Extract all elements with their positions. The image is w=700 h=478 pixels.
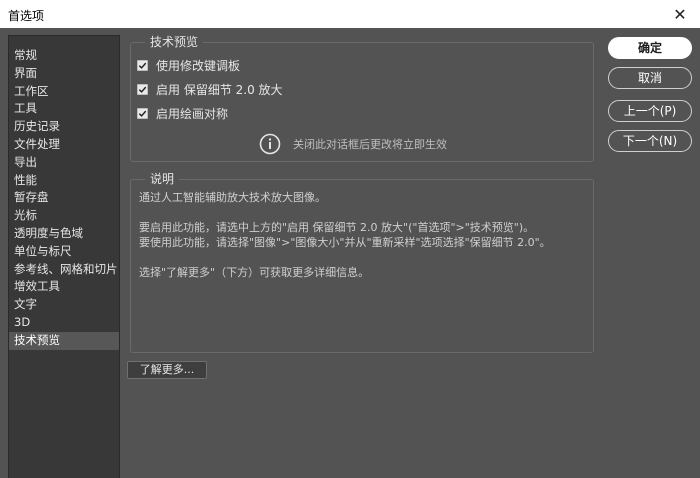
sidebar-item-3d[interactable]: 3D bbox=[9, 314, 119, 332]
info-icon bbox=[259, 133, 281, 155]
description-line: 要使用此功能，请选择"图像">"图像大小"并从"重新采样"选项选择"保留细节 2… bbox=[139, 236, 551, 249]
sidebar-item-cursors[interactable]: 光标 bbox=[9, 207, 119, 225]
tech-preview-legend: 技术预览 bbox=[145, 35, 204, 49]
learn-more-button[interactable]: 了解更多... bbox=[127, 361, 207, 379]
sidebar-item-guides-grid-slices[interactable]: 参考线、网格和切片 bbox=[9, 261, 119, 279]
option-modifier-palette[interactable]: 使用修改键调板 bbox=[137, 57, 240, 74]
checkbox-paint-symmetry[interactable] bbox=[137, 108, 148, 119]
category-list: 常规 界面 工作区 工具 历史记录 文件处理 导出 性能 暂存盘 光标 透明度与… bbox=[9, 36, 119, 350]
close-icon[interactable]: ✕ bbox=[660, 0, 700, 28]
checkbox-modifier-palette[interactable] bbox=[137, 60, 148, 71]
ok-button[interactable]: 确定 bbox=[608, 37, 692, 59]
sidebar-item-history[interactable]: 历史记录 bbox=[9, 118, 119, 136]
description-line: 通过人工智能辅助放大技术放大图像。 bbox=[139, 191, 326, 204]
previous-button[interactable]: 上一个(P) bbox=[608, 100, 692, 122]
sidebar-item-tools[interactable]: 工具 bbox=[9, 100, 119, 118]
sidebar-item-export[interactable]: 导出 bbox=[9, 154, 119, 172]
next-button[interactable]: 下一个(N) bbox=[608, 130, 692, 152]
window-title: 首选项 bbox=[8, 9, 45, 23]
sidebar-item-file-handling[interactable]: 文件处理 bbox=[9, 136, 119, 154]
option-preserve-details[interactable]: 启用 保留细节 2.0 放大 bbox=[137, 81, 283, 98]
sidebar-item-units-rulers[interactable]: 单位与标尺 bbox=[9, 243, 119, 261]
description-group: 说明 通过人工智能辅助放大技术放大图像。 要启用此功能，请选中上方的"启用 保留… bbox=[130, 172, 594, 353]
restart-notice: 关闭此对话框后更改将立即生效 bbox=[259, 133, 447, 155]
sidebar-item-general[interactable]: 常规 bbox=[9, 47, 119, 65]
sidebar-item-scratch-disks[interactable]: 暂存盘 bbox=[9, 189, 119, 207]
description-line: 要启用此功能，请选中上方的"启用 保留细节 2.0 放大"("首选项">"技术预… bbox=[139, 221, 535, 234]
option-paint-symmetry[interactable]: 启用绘画对称 bbox=[137, 105, 228, 122]
sidebar-item-performance[interactable]: 性能 bbox=[9, 172, 119, 190]
option-label: 启用 保留细节 2.0 放大 bbox=[156, 83, 283, 97]
sidebar-item-transparency-gamut[interactable]: 透明度与色域 bbox=[9, 225, 119, 243]
notice-text: 关闭此对话框后更改将立即生效 bbox=[293, 138, 447, 151]
preferences-dialog: 常规 界面 工作区 工具 历史记录 文件处理 导出 性能 暂存盘 光标 透明度与… bbox=[0, 28, 700, 478]
checkbox-preserve-details[interactable] bbox=[137, 84, 148, 95]
checkmark-icon bbox=[138, 110, 147, 117]
description-legend: 说明 bbox=[145, 172, 180, 186]
checkmark-icon bbox=[138, 86, 147, 93]
tech-preview-group: 技术预览 使用修改键调板 启用 保留细节 2.0 放大 启用绘画对称 关闭此对话… bbox=[130, 35, 594, 162]
sidebar-item-interface[interactable]: 界面 bbox=[9, 65, 119, 83]
checkmark-icon bbox=[138, 62, 147, 69]
sidebar-item-workspace[interactable]: 工作区 bbox=[9, 83, 119, 101]
description-line: 选择"了解更多"（下方）可获取更多详细信息。 bbox=[139, 266, 370, 279]
sidebar-item-type[interactable]: 文字 bbox=[9, 296, 119, 314]
description-text: 通过人工智能辅助放大技术放大图像。 要启用此功能，请选中上方的"启用 保留细节 … bbox=[139, 190, 587, 280]
sidebar-item-plugins[interactable]: 增效工具 bbox=[9, 278, 119, 296]
sidebar-item-technology-previews[interactable]: 技术预览 bbox=[9, 331, 119, 350]
cancel-button[interactable]: 取消 bbox=[608, 67, 692, 89]
option-label: 使用修改键调板 bbox=[156, 59, 241, 73]
category-sidebar: 常规 界面 工作区 工具 历史记录 文件处理 导出 性能 暂存盘 光标 透明度与… bbox=[8, 35, 120, 478]
option-label: 启用绘画对称 bbox=[156, 107, 229, 121]
title-bar: 首选项 ✕ bbox=[0, 0, 700, 28]
